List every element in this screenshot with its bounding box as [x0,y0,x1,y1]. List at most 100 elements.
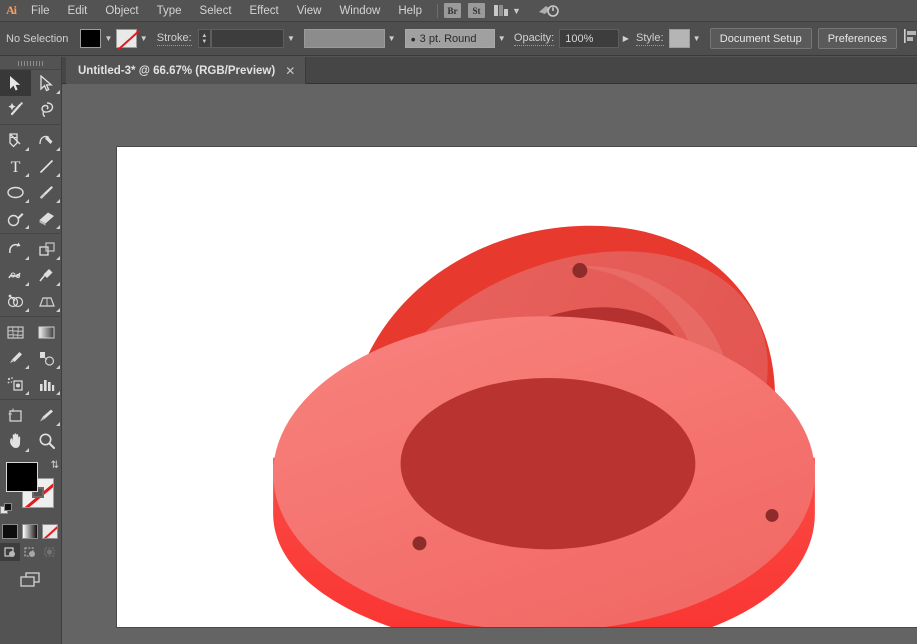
brush-chevron-down-icon[interactable]: ▼ [495,29,509,48]
rotate-tool[interactable] [0,236,31,262]
scale-tool[interactable] [31,236,62,262]
workspace-switcher[interactable]: ▼ [494,5,521,16]
perspective-grid-tool[interactable] [31,288,62,314]
swap-fill-stroke-icon[interactable]: ⇅ [51,460,59,471]
eyedropper-tool[interactable] [0,345,31,371]
magic-wand-tool[interactable] [0,96,31,122]
gradient-mode-button[interactable] [20,522,40,540]
tools-divider [0,399,62,400]
brush-definition-value: 3 pt. Round [420,33,477,45]
line-segment-tool[interactable] [31,153,62,179]
none-swatch-icon [42,524,58,539]
stroke-weight-input[interactable] [211,29,284,48]
mesh-tool[interactable] [0,319,31,345]
svg-text:T: T [11,159,21,175]
gradient-swatch-icon [22,524,38,539]
stock-button[interactable]: St [468,3,485,18]
draw-normal-button[interactable] [0,543,20,561]
stepper-down-icon: ▼ [201,39,207,45]
brush-definition-select[interactable]: • 3 pt. Round [405,29,495,48]
stroke-weight-label: Stroke: [157,32,192,46]
gradient-tool[interactable] [31,319,62,345]
stroke-weight-stepper[interactable]: ▲ ▼ [198,29,211,48]
artboard-tool[interactable] [0,402,31,428]
tools-divider [0,124,62,125]
blend-tool[interactable] [31,345,62,371]
fill-indicator-swatch[interactable] [6,462,38,492]
variable-width-profile-select[interactable] [304,29,384,48]
slice-tool[interactable] [31,402,62,428]
style-chevron-down-icon[interactable]: ▼ [690,29,704,48]
color-mode-row [0,522,62,540]
menu-item-window[interactable]: Window [330,0,389,22]
draw-inside-button[interactable] [40,543,60,561]
opacity-chevron-right-icon[interactable]: ▶ [619,29,633,48]
hand-tool[interactable] [0,428,31,454]
preferences-button[interactable]: Preferences [818,28,897,49]
direct-selection-tool[interactable] [31,70,62,96]
width-tool[interactable] [0,262,31,288]
menu-item-select[interactable]: Select [191,0,241,22]
eraser-tool[interactable] [31,205,62,231]
document-tab[interactable]: Untitled-3* @ 66.67% (RGB/Preview) ✕ [66,57,306,84]
fill-color-swatch[interactable] [80,29,101,48]
fill-dropdown-chevron-down-icon[interactable]: ▼ [101,29,115,48]
bridge-button[interactable]: Br [444,3,461,18]
canvas-area[interactable] [62,84,917,644]
color-mode-button[interactable] [0,522,20,540]
none-mode-button[interactable] [40,522,60,540]
tools-divider [0,233,62,234]
default-fill-stroke-icon[interactable] [0,503,13,516]
document-tab-title: Untitled-3* @ 66.67% (RGB/Preview) [78,65,275,77]
free-transform-tool[interactable] [31,262,62,288]
chevron-down-icon: ▼ [512,6,521,16]
graphic-style-swatch[interactable] [669,29,690,48]
close-icon[interactable]: ✕ [285,65,295,77]
front-cell-dot [413,536,427,550]
lasso-tool[interactable] [31,96,62,122]
column-graph-tool[interactable] [31,371,62,397]
ellipse-tool[interactable] [0,179,31,205]
change-screen-mode-button[interactable] [18,571,44,594]
search-adobe-stock-icon[interactable] [537,3,559,18]
brush-preview-icon: • [411,32,416,46]
front-cell-dot [766,509,779,522]
document-tab-bar: Untitled-3* @ 66.67% (RGB/Preview) ✕ [62,57,917,84]
shape-builder-tool[interactable] [0,288,31,314]
selection-status-label: No Selection [6,33,76,45]
artboard[interactable] [116,146,917,628]
stroke-color-swatch[interactable] [116,29,137,48]
curvature-tool[interactable] [31,127,62,153]
paintbrush-tool[interactable] [31,179,62,205]
menu-item-effect[interactable]: Effect [241,0,288,22]
illustrator-window: Ai File Edit Object Type Select Effect V… [0,0,917,644]
color-swatch-icon [2,524,18,539]
menu-item-file[interactable]: File [22,0,59,22]
menu-item-object[interactable]: Object [96,0,147,22]
menu-item-help[interactable]: Help [389,0,431,22]
selection-tool[interactable] [0,70,31,96]
opacity-label: Opacity: [514,32,554,46]
workspace-switcher-icon [494,5,508,16]
pen-tool[interactable] [0,127,31,153]
type-tool[interactable]: T [0,153,31,179]
screen-mode-row [0,571,62,594]
tools-panel-grip[interactable] [0,57,61,70]
menu-item-type[interactable]: Type [148,0,191,22]
menu-item-edit[interactable]: Edit [59,0,97,22]
symbol-sprayer-tool[interactable] [0,371,31,397]
menu-divider [437,4,438,18]
zoom-tool[interactable] [31,428,62,454]
red-blood-cells-illustration[interactable] [117,147,917,627]
align-panel-icon[interactable] [903,28,917,49]
shaper-tool[interactable] [0,205,31,231]
document-setup-button[interactable]: Document Setup [710,28,812,49]
tools-divider [0,316,62,317]
opacity-input[interactable]: 100% [559,29,619,48]
menu-item-view[interactable]: View [288,0,331,22]
style-label: Style: [636,32,664,46]
tools-panel: T [0,57,62,644]
draw-behind-button[interactable] [20,543,40,561]
stroke-weight-chevron-down-icon[interactable]: ▼ [284,29,298,48]
variable-width-chevron-down-icon[interactable]: ▼ [385,29,399,48]
